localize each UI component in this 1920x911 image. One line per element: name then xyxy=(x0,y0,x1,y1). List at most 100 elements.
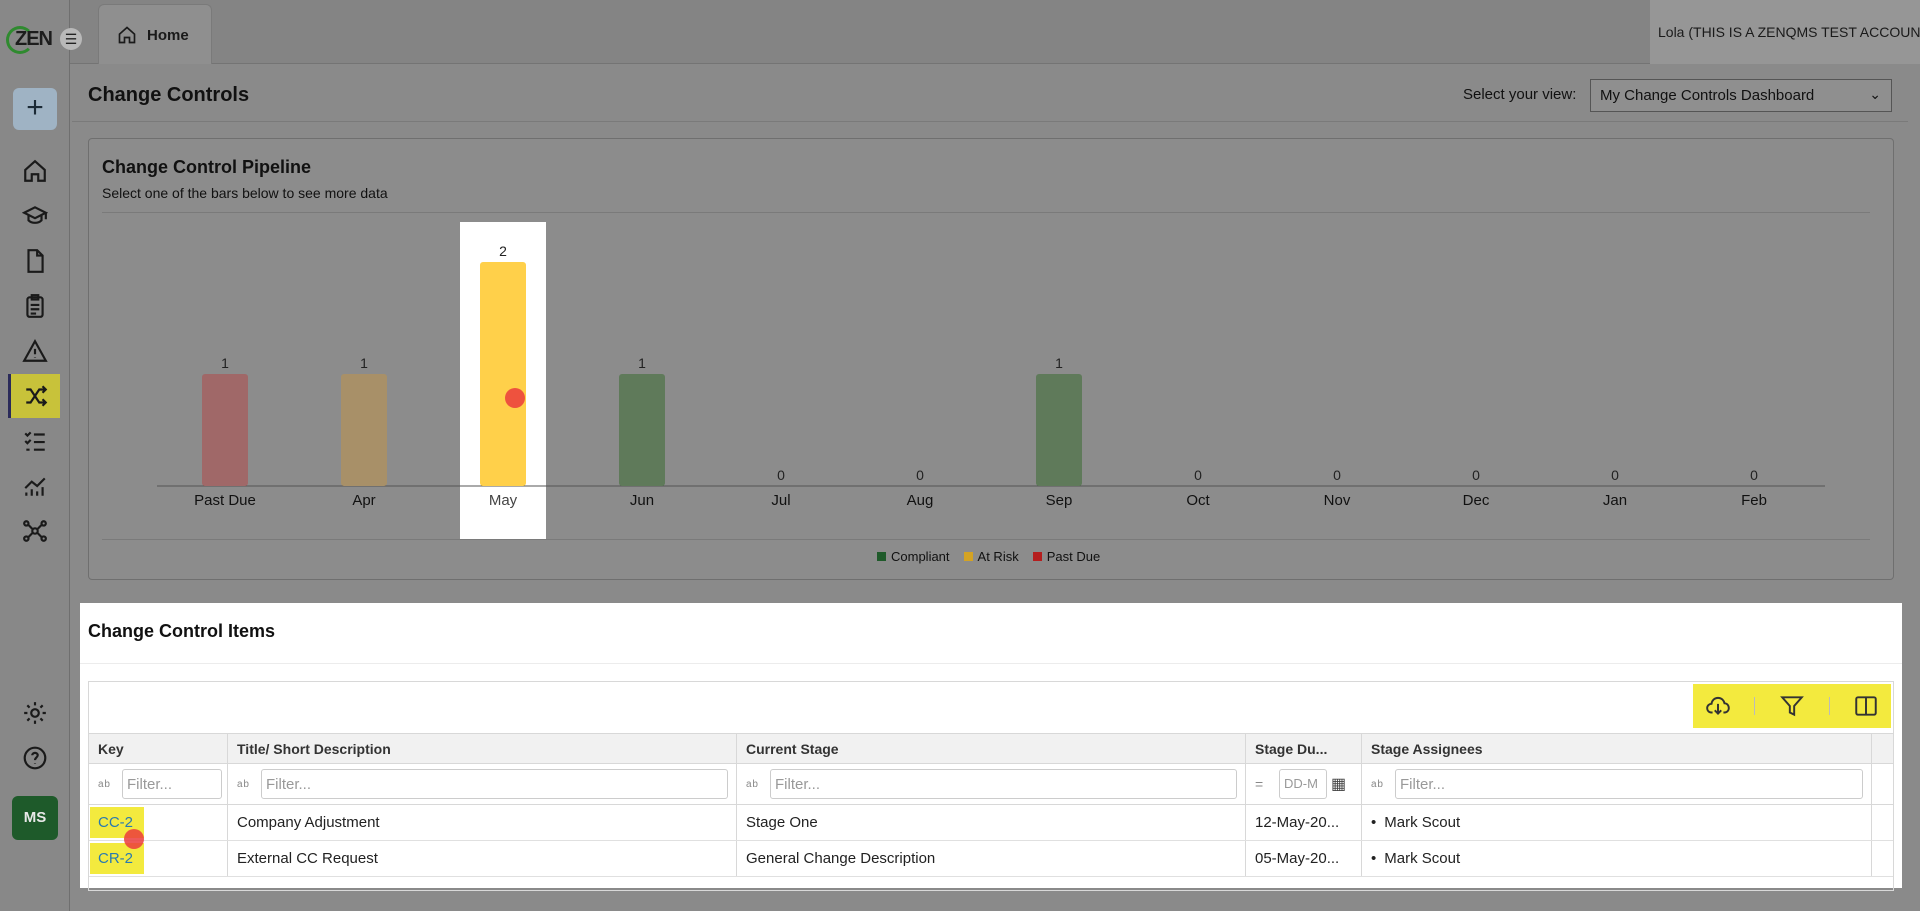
chart-legend: Compliant At Risk Past Due xyxy=(877,549,1100,564)
text-filter-icon[interactable]: a b xyxy=(1371,779,1389,790)
item-stage: General Change Description xyxy=(737,841,1246,876)
bar-value-label: 1 xyxy=(221,355,229,371)
zen-logo[interactable]: ZEN xyxy=(6,24,53,54)
table-row[interactable]: CC-2 Company Adjustment Stage One 12-May… xyxy=(89,805,1893,841)
click-indicator xyxy=(124,829,144,849)
bar-value-label: 1 xyxy=(638,355,646,371)
item-due: 05-May-20... xyxy=(1246,841,1362,876)
column-header-spacer xyxy=(1872,734,1893,763)
stage-filter-input[interactable]: Filter... xyxy=(770,769,1237,799)
x-tick-label: Apr xyxy=(352,492,375,509)
network-icon[interactable] xyxy=(17,513,53,549)
column-header-stage-assignees[interactable]: Stage Assignees xyxy=(1362,734,1872,763)
bar-value-label: 0 xyxy=(916,467,924,483)
click-indicator xyxy=(505,388,525,408)
menu-toggle-icon[interactable]: ☰ xyxy=(60,28,82,50)
date-filter-input[interactable]: DD-M xyxy=(1279,769,1327,799)
bar-may[interactable] xyxy=(480,262,526,486)
page-title: Change Controls xyxy=(88,84,250,106)
top-bar: Home Lola (THIS IS A ZENQMS TEST ACCOUNT… xyxy=(70,0,1920,65)
x-tick-label: Oct xyxy=(1186,492,1210,509)
bar-value-label: 0 xyxy=(1750,467,1758,483)
divider xyxy=(102,539,1870,540)
analytics-icon[interactable] xyxy=(17,468,53,504)
document-icon[interactable] xyxy=(17,243,53,279)
x-tick-label: Feb xyxy=(1741,492,1767,509)
legend-swatch-compliant xyxy=(877,552,886,561)
x-tick-label: Jul xyxy=(771,492,790,509)
bar-value-label: 0 xyxy=(777,467,785,483)
legend-label: At Risk xyxy=(977,549,1019,564)
legend-swatch-past-due xyxy=(1032,552,1042,561)
x-tick-label: Jan xyxy=(1603,492,1627,509)
pipeline-card: Change Control Pipeline Select one of th… xyxy=(88,138,1894,580)
pipeline-chart[interactable]: 1 Past Due 1 Apr 2 May 1 Jun 0 Jul 0 Aug 1 Sep 0 Oct 0 No… xyxy=(89,139,1895,539)
text-filter-icon[interactable]: a b xyxy=(98,779,116,790)
bar-value-label: 1 xyxy=(1055,355,1063,371)
bar-value-label: 2 xyxy=(499,243,507,259)
chevron-down-icon: ⌄ xyxy=(1869,86,1881,102)
title-filter-input[interactable]: Filter... xyxy=(261,769,728,799)
filter-icon[interactable] xyxy=(1779,693,1805,719)
item-title: External CC Request xyxy=(228,841,737,876)
grid-header-row: Key Title/ Short Description Current Sta… xyxy=(89,733,1893,764)
assignees-filter-input[interactable]: Filter... xyxy=(1395,769,1863,799)
create-new-button[interactable]: + xyxy=(13,88,57,130)
bar-value-label: 0 xyxy=(1472,467,1480,483)
item-stage: Stage One xyxy=(737,805,1246,840)
column-header-current-stage[interactable]: Current Stage xyxy=(737,734,1246,763)
view-select[interactable]: My Change Controls Dashboard ⌄ xyxy=(1590,79,1892,112)
column-header-stage-due[interactable]: Stage Du... xyxy=(1246,734,1362,763)
training-cap-icon[interactable] xyxy=(17,198,53,234)
user-account-label[interactable]: Lola (THIS IS A ZENQMS TEST ACCOUNT) xyxy=(1650,0,1920,64)
equals-filter-icon[interactable]: = xyxy=(1255,776,1273,792)
x-tick-label: May xyxy=(489,492,518,509)
view-select-label: Select your view: xyxy=(1463,86,1577,103)
bar-value-label: 0 xyxy=(1611,467,1619,483)
column-header-title[interactable]: Title/ Short Description xyxy=(228,734,737,763)
bar-jun[interactable] xyxy=(619,374,665,486)
home-icon[interactable] xyxy=(17,153,53,189)
checklist-icon[interactable] xyxy=(17,423,53,459)
clipboard-icon[interactable] xyxy=(17,288,53,324)
avatar[interactable]: MS xyxy=(12,796,58,840)
legend-compliant[interactable]: Compliant xyxy=(877,549,950,564)
home-tab-icon xyxy=(118,26,136,44)
text-filter-icon[interactable]: a b xyxy=(237,779,255,790)
key-filter-input[interactable]: Filter... xyxy=(122,769,222,799)
item-assignee: Mark Scout xyxy=(1371,850,1460,867)
bar-value-label: 0 xyxy=(1333,467,1341,483)
bar-sep[interactable] xyxy=(1036,374,1082,486)
column-header-key[interactable]: Key xyxy=(89,734,228,763)
divider xyxy=(80,663,1902,664)
legend-label: Compliant xyxy=(891,549,950,564)
item-assignee: Mark Scout xyxy=(1371,814,1460,831)
cloud-download-icon[interactable] xyxy=(1705,693,1731,719)
bar-past-due[interactable] xyxy=(202,374,248,486)
x-tick-label: Jun xyxy=(630,492,654,509)
text-filter-icon[interactable]: a b xyxy=(746,779,764,790)
calendar-icon[interactable]: ▦ xyxy=(1331,774,1346,794)
warning-icon[interactable] xyxy=(17,333,53,369)
legend-at-risk[interactable]: At Risk xyxy=(963,549,1019,564)
legend-label: Past Due xyxy=(1046,549,1101,564)
left-sidebar: ZEN + MS xyxy=(0,0,70,911)
x-tick-label: Dec xyxy=(1463,492,1490,509)
shuffle-icon[interactable] xyxy=(8,374,60,418)
tab-home[interactable]: Home xyxy=(98,4,212,65)
legend-past-due[interactable]: Past Due xyxy=(1032,549,1101,564)
columns-icon[interactable] xyxy=(1853,693,1879,719)
gear-icon[interactable] xyxy=(17,695,53,731)
x-tick-label: Sep xyxy=(1046,492,1073,509)
table-row[interactable]: CR-2 External CC Request General Change … xyxy=(89,841,1893,877)
x-tick-label: Aug xyxy=(907,492,934,509)
x-tick-label: Nov xyxy=(1324,492,1351,509)
item-title: Company Adjustment xyxy=(228,805,737,840)
filter-row: a b Filter... a b Filter... a b Filter..… xyxy=(89,764,1893,805)
items-title: Change Control Items xyxy=(88,621,276,641)
bar-apr[interactable] xyxy=(341,374,387,486)
x-tick-label: Past Due xyxy=(194,492,256,509)
bar-value-label: 1 xyxy=(360,355,368,371)
items-grid: Key Title/ Short Description Current Sta… xyxy=(88,681,1894,891)
help-icon[interactable] xyxy=(17,740,53,776)
